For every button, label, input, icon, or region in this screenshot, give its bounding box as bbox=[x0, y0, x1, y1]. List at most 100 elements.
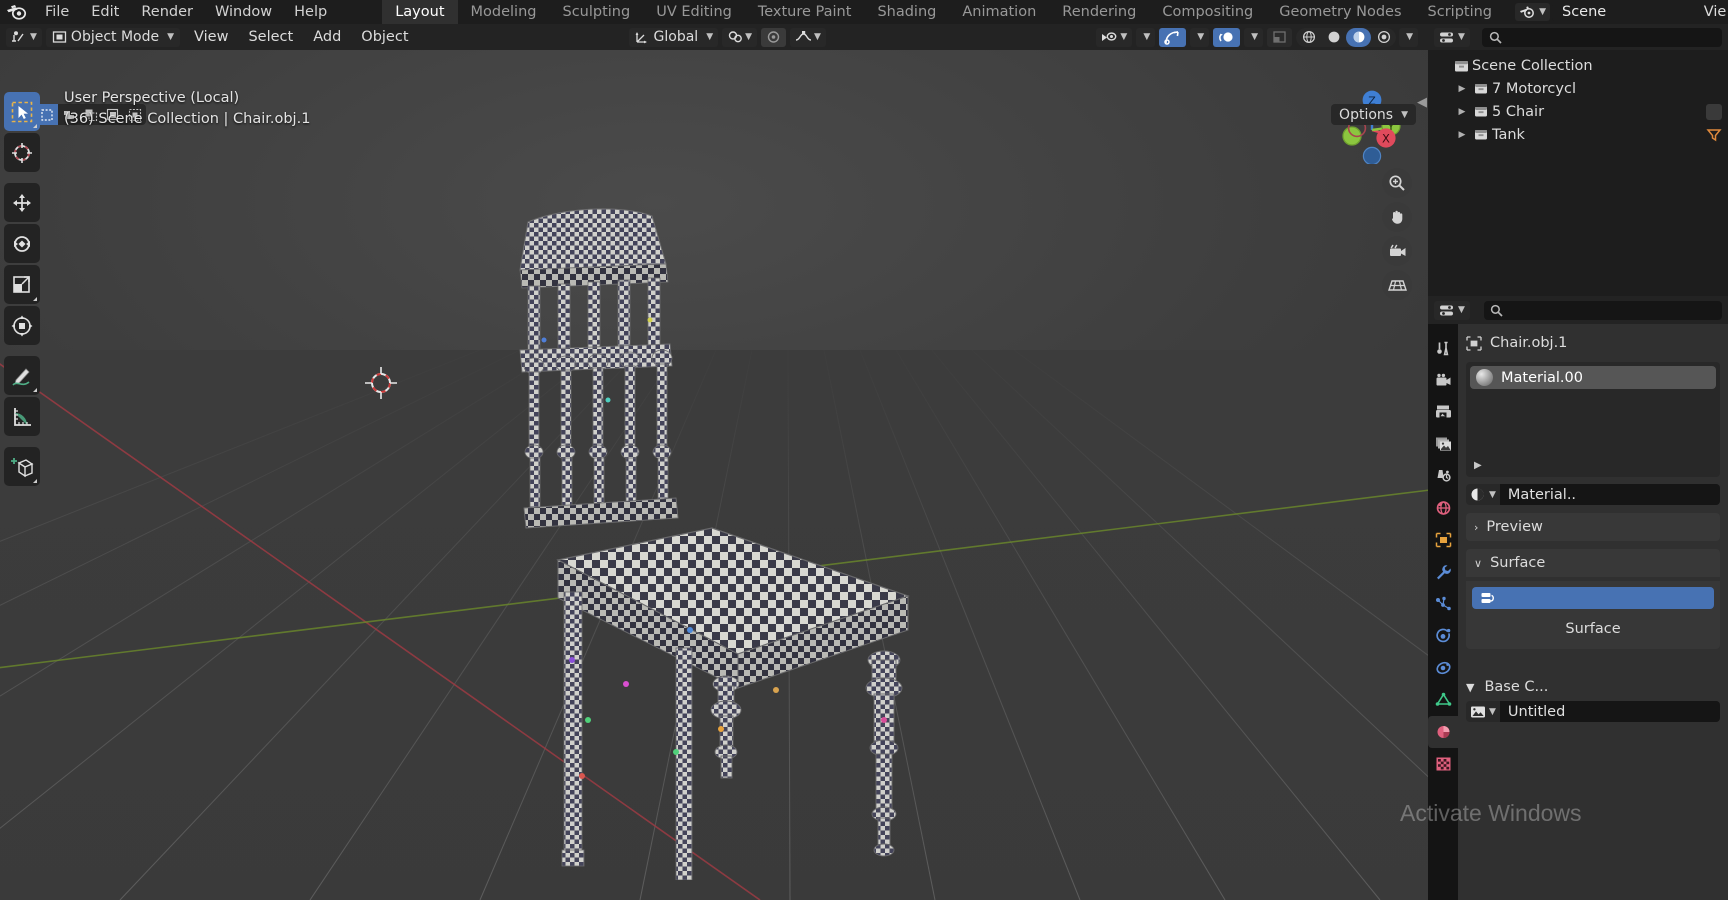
gizmo-options-button[interactable]: ▼ bbox=[1190, 27, 1210, 47]
material-name-field[interactable]: Material.. bbox=[1499, 484, 1720, 505]
proportional-falloff-button[interactable]: ▼ bbox=[790, 27, 826, 47]
disclosure-triangle-icon[interactable]: ▶ bbox=[1454, 107, 1470, 117]
menu-window[interactable]: Window bbox=[204, 0, 283, 24]
world-tab[interactable] bbox=[1428, 492, 1458, 524]
tool-annotate-button[interactable] bbox=[4, 356, 40, 395]
gizmo-toggle-button[interactable] bbox=[1159, 27, 1187, 47]
base-color-row[interactable]: ▼ Base C... bbox=[1466, 679, 1720, 695]
material-list-expand-icon[interactable]: ▶ bbox=[1474, 460, 1482, 471]
material-slot-list[interactable]: Material.00 ▶ bbox=[1466, 362, 1720, 477]
view-layer-label[interactable]: Vie bbox=[1702, 3, 1728, 21]
material-preview-shading-button[interactable] bbox=[1346, 27, 1372, 47]
camera-view-button[interactable] bbox=[1382, 236, 1412, 266]
rendered-shading-button[interactable] bbox=[1371, 28, 1396, 47]
tab-compositing[interactable]: Compositing bbox=[1149, 0, 1266, 24]
viewport-menu-add[interactable]: Add bbox=[303, 29, 351, 45]
surface-shader-selector[interactable] bbox=[1472, 587, 1714, 609]
options-button[interactable]: Options ▼ bbox=[1331, 104, 1416, 125]
interaction-mode-selector[interactable]: Object Mode ▼ bbox=[45, 27, 181, 47]
outliner-search-input[interactable] bbox=[1481, 27, 1722, 47]
toggle-projection-button[interactable] bbox=[1382, 270, 1412, 300]
tab-uv-editing[interactable]: UV Editing bbox=[643, 0, 745, 24]
xray-toggle-button[interactable] bbox=[1267, 27, 1293, 47]
tab-texture-paint[interactable]: Texture Paint bbox=[745, 0, 865, 24]
disclosure-triangle-icon[interactable]: ▶ bbox=[1454, 130, 1470, 140]
panel-surface[interactable]: ∨ Surface bbox=[1466, 549, 1720, 577]
tool-measure-button[interactable] bbox=[4, 397, 40, 436]
overlays-toggle-button[interactable] bbox=[1213, 27, 1241, 47]
transform-orientation-selector[interactable]: Global ▼ bbox=[628, 27, 719, 47]
tool-rotate-button[interactable] bbox=[4, 224, 40, 263]
disclosure-triangle-icon[interactable]: ▶ bbox=[1454, 84, 1470, 94]
tool-transform-button[interactable] bbox=[4, 306, 40, 345]
gizmo-dropdown-button[interactable]: ▼ bbox=[1136, 27, 1156, 47]
texture-tab[interactable] bbox=[1428, 748, 1458, 780]
zoom-nav-button[interactable] bbox=[1382, 168, 1412, 198]
proportional-edit-button[interactable] bbox=[761, 27, 787, 47]
particles-tab[interactable] bbox=[1428, 588, 1458, 620]
object-tab[interactable] bbox=[1428, 524, 1458, 556]
wireframe-shading-button[interactable] bbox=[1296, 28, 1321, 47]
data-tab[interactable] bbox=[1428, 684, 1458, 716]
visibility-button[interactable]: ▼ bbox=[1096, 27, 1133, 47]
tool-tab[interactable] bbox=[1428, 332, 1458, 364]
shading-options-button[interactable]: ▼ bbox=[1399, 27, 1418, 47]
filter-icon[interactable] bbox=[1706, 128, 1722, 142]
tab-sculpting[interactable]: Sculpting bbox=[549, 0, 643, 24]
outliner-row-scene-collection[interactable]: Scene Collection bbox=[1428, 54, 1728, 77]
snap-toggle-button[interactable]: ▼ bbox=[722, 27, 758, 47]
material-browse-button[interactable]: ▼ bbox=[1466, 484, 1500, 505]
solid-shading-button[interactable] bbox=[1321, 28, 1346, 47]
material-browse-row: ▼ Material.. bbox=[1466, 484, 1720, 505]
properties-editor-type-button[interactable]: ▼ bbox=[1434, 300, 1470, 320]
constraints-tab[interactable] bbox=[1428, 652, 1458, 684]
outliner-row-motorcycle[interactable]: ▶ 7 Motorcycl bbox=[1428, 77, 1728, 100]
tool-scale-button[interactable] bbox=[4, 265, 40, 304]
panel-preview[interactable]: › Preview bbox=[1466, 513, 1720, 541]
blender-logo-icon[interactable] bbox=[0, 0, 34, 24]
scene-tab[interactable] bbox=[1428, 460, 1458, 492]
view-layer-tab[interactable] bbox=[1428, 428, 1458, 460]
viewport-menu-select[interactable]: Select bbox=[238, 29, 303, 45]
menu-help[interactable]: Help bbox=[283, 0, 338, 24]
material-tab[interactable] bbox=[1428, 716, 1458, 748]
tool-cursor-button[interactable] bbox=[4, 133, 40, 172]
outliner-restrict-toggle[interactable] bbox=[1706, 103, 1722, 120]
menu-file[interactable]: File bbox=[34, 0, 80, 24]
physics-tab[interactable] bbox=[1428, 620, 1458, 652]
image-texture-browse-button[interactable]: ▼ bbox=[1466, 701, 1500, 722]
outliner-display-mode-button[interactable]: ▼ bbox=[1434, 27, 1470, 47]
tab-scripting[interactable]: Scripting bbox=[1415, 0, 1505, 24]
viewport-menu-view[interactable]: View bbox=[184, 29, 238, 45]
tab-geometry-nodes[interactable]: Geometry Nodes bbox=[1266, 0, 1414, 24]
editor-type-button[interactable]: ▼ bbox=[6, 27, 42, 47]
menu-edit[interactable]: Edit bbox=[80, 0, 130, 24]
tab-rendering[interactable]: Rendering bbox=[1049, 0, 1149, 24]
menu-render[interactable]: Render bbox=[130, 0, 204, 24]
modifier-tab[interactable] bbox=[1428, 556, 1458, 588]
output-tab[interactable] bbox=[1428, 396, 1458, 428]
material-slot-item[interactable]: Material.00 bbox=[1470, 366, 1716, 389]
overlays-options-button[interactable]: ▼ bbox=[1244, 27, 1264, 47]
3d-viewport[interactable]: User Perspective (Local) (36) Scene Coll… bbox=[0, 50, 1428, 900]
viewport-menu-object[interactable]: Object bbox=[351, 29, 418, 45]
pan-nav-button[interactable] bbox=[1382, 202, 1412, 232]
texture-name-field[interactable]: Untitled bbox=[1499, 701, 1720, 722]
outliner-row-chair[interactable]: ▶ 5 Chair bbox=[1428, 100, 1728, 123]
tab-layout[interactable]: Layout bbox=[382, 0, 458, 24]
tab-shading[interactable]: Shading bbox=[864, 0, 949, 24]
material-slot-label: Material.00 bbox=[1501, 369, 1583, 386]
outliner-row-tank[interactable]: ▶ Tank bbox=[1428, 123, 1728, 146]
tool-move-button[interactable] bbox=[4, 183, 40, 222]
tab-animation[interactable]: Animation bbox=[949, 0, 1049, 24]
chair-3d-model[interactable] bbox=[480, 160, 960, 880]
properties-search-input[interactable] bbox=[1483, 300, 1722, 320]
sidebar-collapse-arrow-icon[interactable]: ◀ bbox=[1417, 95, 1427, 110]
tool-tweak-button[interactable] bbox=[4, 92, 40, 131]
scene-name-field[interactable]: Scene bbox=[1552, 3, 1702, 21]
material-preview-ball bbox=[1476, 369, 1493, 386]
scene-browse-button[interactable]: ▼ bbox=[1515, 3, 1550, 21]
render-tab[interactable] bbox=[1428, 364, 1458, 396]
tool-add-cube-button[interactable] bbox=[4, 447, 40, 486]
tab-modeling[interactable]: Modeling bbox=[458, 0, 550, 24]
